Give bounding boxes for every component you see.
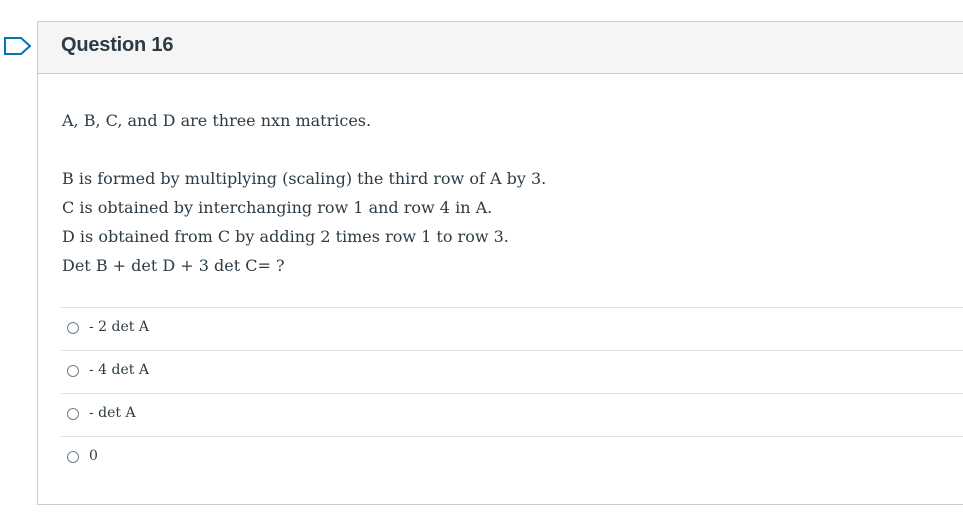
radio-unchecked-icon[interactable]	[67, 408, 79, 420]
answer-option[interactable]: 0	[61, 436, 963, 479]
question-line: C is obtained by interchanging row 1 and…	[62, 198, 493, 217]
question-line: D is obtained from C by adding 2 times r…	[62, 227, 509, 246]
question-card: Question 16 A, B, C, and D are three nxn…	[37, 21, 963, 505]
answer-option[interactable]: - det A	[61, 393, 963, 436]
radio-unchecked-icon[interactable]	[67, 365, 79, 377]
question-title: Question 16	[61, 34, 174, 56]
radio-unchecked-icon[interactable]	[67, 451, 79, 463]
answer-option[interactable]: - 2 det A	[61, 307, 963, 350]
question-header: Question 16	[38, 22, 963, 74]
answer-label[interactable]: - 2 det A	[89, 319, 149, 335]
question-intro: A, B, C, and D are three nxn matrices.	[62, 111, 372, 130]
answer-label[interactable]: - det A	[89, 405, 136, 421]
answer-label[interactable]: 0	[89, 448, 98, 464]
answer-label[interactable]: - 4 det A	[89, 362, 149, 378]
answer-option[interactable]: - 4 det A	[61, 350, 963, 393]
question-line: B is formed by multiplying (scaling) the…	[62, 169, 547, 188]
radio-unchecked-icon[interactable]	[67, 322, 79, 334]
flag-question-icon[interactable]	[3, 36, 33, 56]
answer-list: - 2 det A - 4 det A - det A 0	[61, 307, 963, 479]
question-body: A, B, C, and D are three nxn matrices. B…	[62, 110, 943, 284]
question-line: Det B + det D + 3 det C= ?	[62, 256, 285, 275]
